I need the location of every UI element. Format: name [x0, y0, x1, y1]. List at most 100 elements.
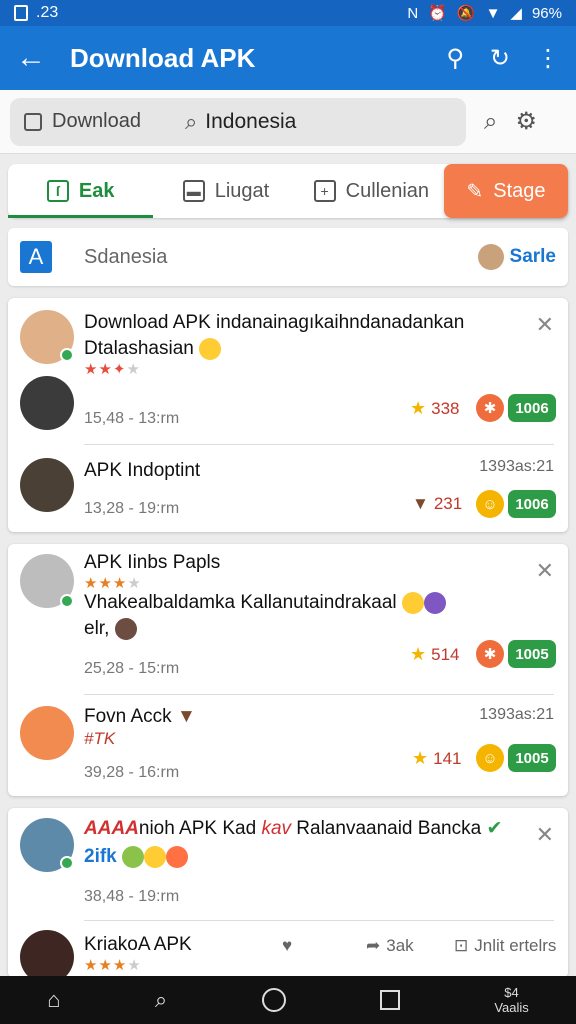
badge-icon: ✱ — [476, 640, 504, 668]
item-title: AAAAnioh APK Kad kav Ralanvaanaid Bancka… — [84, 818, 503, 839]
status-time: .23 — [36, 4, 59, 21]
navigation-bar: ⌂ ⌕ $4 Vaalis — [0, 976, 576, 1024]
face-emoji-icon: ☺ — [476, 744, 504, 772]
item-stat: ★ 514 — [410, 644, 460, 664]
avatar — [20, 706, 74, 760]
count-badge: 1005 — [508, 744, 556, 772]
online-indicator-icon — [60, 594, 74, 608]
tab-liugat-label: Liugat — [214, 179, 270, 202]
item-subtitle: #TK — [84, 729, 116, 748]
avatar — [114, 617, 137, 640]
download-chip-label: Download — [52, 110, 141, 132]
item-title: Download APK indanainagıkaihndanadankan … — [84, 312, 465, 360]
badge-icon: ✱ — [476, 394, 504, 422]
cup-icon: ▼ — [176, 706, 196, 727]
tab-cullenian-label: Cullenian — [345, 179, 430, 202]
item-meta: 25,28 - 15:rm — [84, 660, 180, 677]
search-button-icon[interactable]: ⌕ — [484, 108, 497, 136]
status-bar: .23 N ⏰ 🔕 ▼ ◢ 96% — [0, 0, 576, 26]
tab-cullenian-icon: + — [313, 180, 336, 202]
home-circle-icon[interactable] — [261, 988, 286, 1012]
list-item[interactable]: KriakoA APK ★★★★ ♥ ➦ 3ak ⊡ Jnlit ertelrs — [8, 920, 568, 978]
settings-gear-icon[interactable]: ⚙ — [515, 107, 537, 136]
result-card: ✕ Download APK indanainagıkaihndanadanka… — [8, 298, 568, 532]
item-title: KriakoA APK — [84, 934, 192, 955]
country-name: Sdanesia — [84, 245, 168, 268]
tab-eak-icon: ſ — [46, 180, 69, 202]
result-card: ✕ APK Iinbs Papls ★★★★ Vhakealbaldamka K… — [8, 544, 568, 796]
online-indicator-icon — [60, 856, 74, 870]
stage-icon: ✎ — [466, 180, 484, 203]
item-subtitle: 2ifk — [84, 844, 189, 870]
item-meta: 15,48 - 13:rm — [84, 410, 180, 427]
more-button[interactable]: ⊡ Jnlit ertelrs — [454, 936, 556, 956]
item-stat: ★ 338 — [410, 398, 460, 418]
mute-icon: 🔕 — [456, 5, 476, 22]
list-item[interactable]: APK Indoptint 1393as:21 13,28 - 19:rm ▼ 2… — [8, 444, 568, 532]
home-icon[interactable]: ⌂ — [47, 987, 60, 1013]
list-item[interactable]: Download APK indanainagıkaihndanadankan … — [8, 298, 568, 444]
tab-eak-label: Eak — [78, 179, 115, 202]
like-button[interactable]: ♥ — [282, 936, 292, 956]
star-icon: ★ — [412, 748, 429, 768]
item-title: APK Iinbs Papls — [84, 552, 221, 573]
avatar — [477, 244, 504, 270]
app-a-icon: A — [20, 241, 52, 273]
tab-eak[interactable]: ſ Eak — [8, 164, 154, 218]
list-item[interactable]: APK Iinbs Papls ★★★★ Vhakealbaldamka Kal… — [8, 544, 568, 694]
save-link[interactable]: Sarle — [510, 246, 556, 268]
star-icon: ★ — [410, 398, 427, 418]
item-stat: ★ 141 — [412, 748, 462, 768]
smile-emoji-icon — [144, 845, 167, 868]
nfc-icon: N — [407, 4, 419, 22]
item-meta: 38,48 - 19:rm — [84, 888, 180, 905]
recents-icon[interactable] — [379, 990, 400, 1010]
brand-mid: kav — [261, 818, 292, 839]
tab-liugat-icon: ▬ — [182, 180, 205, 202]
more-menu-icon[interactable]: ⋮ — [536, 44, 560, 73]
tab-cullenian[interactable]: + Cullenian — [299, 164, 444, 218]
count-badge: 1006 — [508, 490, 556, 518]
item-meta: 39,28 - 16:rm — [84, 764, 180, 781]
item-subtitle: Vhakealbaldamka Kallanutaindrakaal — [84, 590, 484, 616]
star-icon: ★ — [410, 644, 427, 664]
item-time: 1393as:21 — [479, 706, 554, 723]
avatar — [20, 930, 74, 978]
search-nav-icon[interactable]: ⌕ — [155, 987, 167, 1013]
item-subtitle2: elr, — [84, 616, 137, 642]
rating-stars: ★★★★ — [84, 957, 142, 974]
battery-level: 96% — [531, 4, 562, 22]
search-input[interactable]: Download ⌕ Indonesia — [10, 97, 466, 146]
tab-liugat[interactable]: ▬ Liugat — [153, 164, 298, 218]
smile-emoji-icon — [401, 591, 424, 614]
nav-label[interactable]: $4 Vaalis — [494, 985, 528, 1015]
count-badge: 1006 — [508, 394, 556, 422]
item-time: 1393as:21 — [479, 458, 554, 475]
rating-stars: ★★✦★ — [84, 361, 141, 378]
tab-bar: ſ Eak ▬ Liugat + Cullenian ✎ Stage — [8, 164, 568, 218]
country-row[interactable]: A Sdanesia Sarle — [8, 228, 568, 286]
signal-icon: ◢ — [510, 5, 522, 22]
list-item[interactable]: AAAAnioh APK Kad kav Ralanvaanaid Bancka… — [8, 808, 568, 920]
share-button[interactable]: ➦ 3ak — [366, 936, 414, 956]
item-stat: ▼ 231 — [412, 494, 463, 513]
search-row: Download ⌕ Indonesia ⌕ ⚙ — [0, 90, 576, 154]
result-card: ✕ AAAAnioh APK Kad kav Ralanvaanaid Banc… — [8, 808, 568, 978]
profile-icon[interactable]: ⚲ — [446, 44, 464, 73]
avatar — [20, 376, 74, 430]
heart-icon: ♥ — [282, 936, 293, 955]
page-title: Download APK — [70, 42, 256, 73]
item-meta: 13,28 - 19:rm — [84, 500, 180, 517]
tab-stage-label: Stage — [493, 179, 546, 202]
refresh-icon[interactable]: ↻ — [490, 44, 510, 73]
search-value: Indonesia — [205, 109, 297, 133]
face-emoji-icon: ☺ — [476, 490, 504, 518]
wifi-icon: ▼ — [485, 4, 501, 22]
verified-icon: ✔ — [486, 818, 503, 839]
download-checkbox[interactable] — [24, 112, 42, 131]
back-arrow-icon[interactable]: ← — [16, 43, 56, 73]
list-item[interactable]: Fovn Acck ▼ #TK 1393as:21 39,28 - 16:rm … — [8, 694, 568, 796]
emoji-icon — [122, 845, 145, 868]
tab-stage-button[interactable]: ✎ Stage — [443, 164, 568, 218]
sim-icon — [14, 5, 28, 21]
